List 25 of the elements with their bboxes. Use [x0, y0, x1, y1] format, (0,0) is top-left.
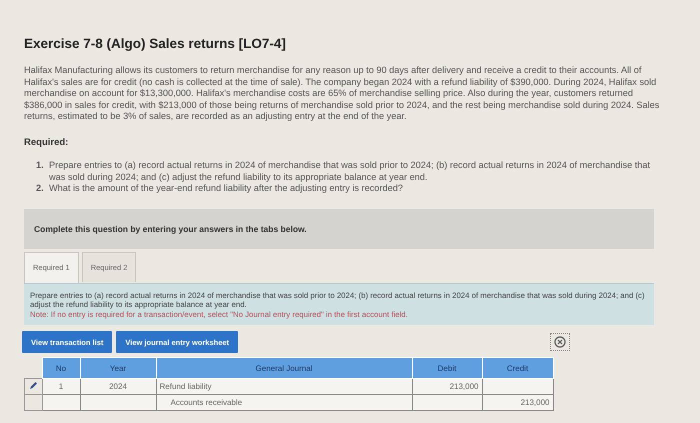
table-cell — [42, 394, 80, 411]
column-header: No — [42, 358, 80, 379]
instruction-banner: Complete this question by entering your answers in the tabs below. — [24, 208, 654, 249]
table-cell: 1 — [42, 378, 80, 395]
requirement-text: What is the amount of the year-end refund liability after the adjusting entry is recorded? — [49, 183, 403, 195]
column-header: General Journal — [156, 358, 412, 379]
column-header: Debit — [412, 358, 482, 379]
column-header: Year — [80, 358, 156, 379]
table-cell: 2024 — [80, 378, 156, 395]
debit-cell[interactable] — [412, 394, 482, 411]
exercise-title: Exercise 7-8 (Algo) Sales returns [LO7-4] — [24, 36, 287, 51]
problem-text: Halifax Manufacturing allows its customers to return merchandise for any reason up to 90 days after delivery and receive a credit to their accounts. All of Halifax's sales are for credit (no cash is collected at the time of sale). The company began 2024 with a refund liability of $390,000. During 2024, Halifax sold merchandise on account for $13,300,000. Halifax's merchandise costs are 65% of merchandise selling price. Also during the year, customers returned $386,000 in sales for credit, with $213,000 of those being returns of merchandise sold prior to 2024, and the rest being merchandise sold during 2024. Sales returns, estimated to be 3% of sales, are recorded as an adjusting entry at the end of the year. — [24, 65, 660, 123]
account-cell[interactable]: Refund liability — [156, 378, 412, 395]
column-header: Credit — [482, 358, 553, 379]
requirement-number: 2. — [36, 183, 45, 195]
required-heading: Required: — [24, 136, 70, 148]
credit-cell[interactable]: 213,000 — [482, 394, 553, 411]
close-button[interactable] — [550, 333, 570, 352]
requirement-text: Prepare entries to (a) record actual returns in 2024 of merchandise that was sold prior to 2024; (b) record actual returns in 2024 of merchandise that was sold during 2024; and (c) adjust the refund liability to its appropriate balance at year end. — [49, 160, 652, 184]
account-cell[interactable]: Accounts receivable — [156, 394, 412, 411]
debit-cell[interactable]: 213,000 — [412, 378, 482, 395]
requirement-number: 1. — [36, 160, 45, 172]
credit-cell[interactable] — [482, 378, 553, 395]
close-icon — [554, 336, 566, 348]
pencil-icon[interactable] — [28, 381, 38, 390]
